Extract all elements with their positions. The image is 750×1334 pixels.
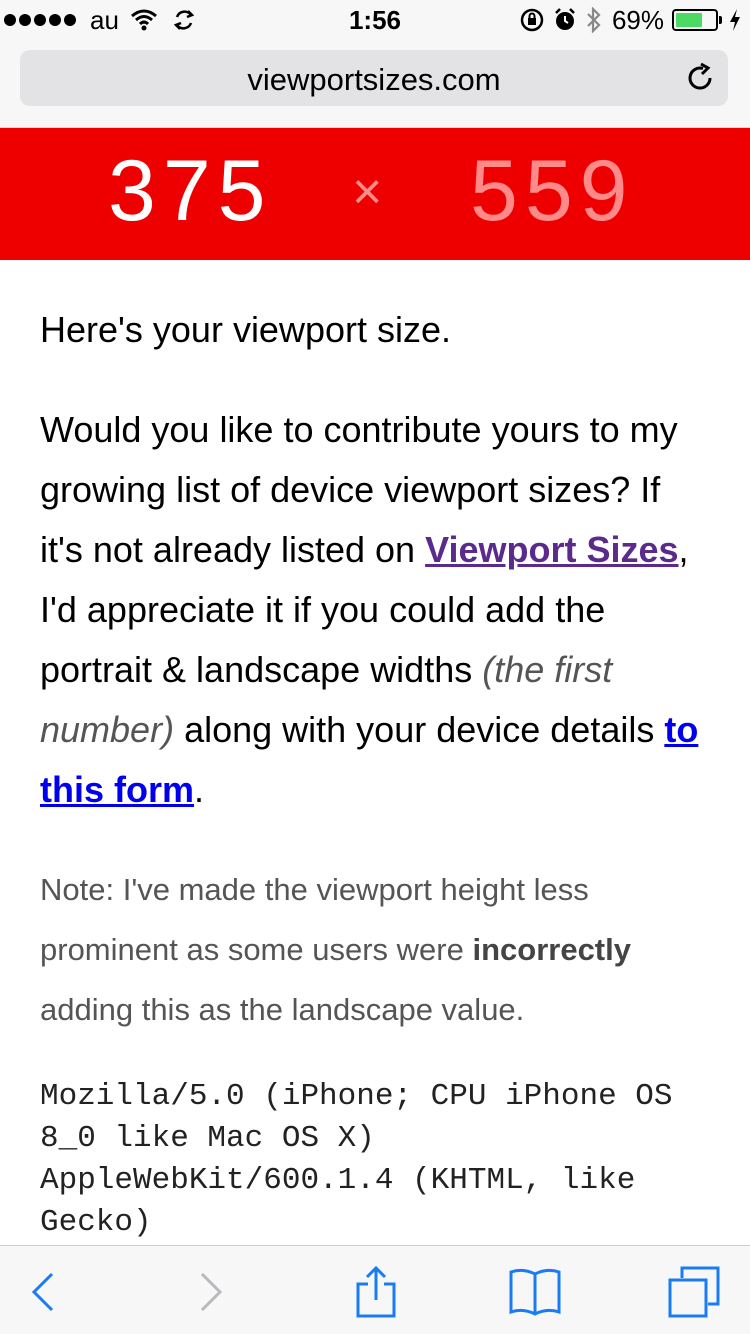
user-agent-string: Mozilla/5.0 (iPhone; CPU iPhone OS 8_0 l… [40,1079,673,1240]
screen: au 1:56 69% viewportsizes.com 375 × 559 … [0,0,750,1334]
tabs-icon[interactable] [664,1266,724,1318]
bluetooth-icon [587,7,601,33]
contribute-paragraph: Would you like to contribute yours to my… [40,400,710,820]
bottom-toolbar [0,1245,750,1334]
address-bar[interactable]: viewportsizes.com [20,50,728,106]
viewport-sizes-link[interactable]: Viewport Sizes [425,529,678,570]
para-text-4: . [194,769,205,810]
status-bar: au 1:56 69% [0,0,750,40]
rotation-lock-icon [520,8,544,32]
para-text-3: along with your device details [174,709,665,750]
viewport-size-banner: 375 × 559 [0,128,750,260]
battery-fill [676,13,703,27]
page-content: Here's your viewport size. Would you lik… [40,300,710,1244]
viewport-width: 375 [108,143,273,239]
status-right: 69% [520,4,742,35]
reload-icon[interactable] [684,62,716,94]
address-bar-area: viewportsizes.com [0,40,750,128]
alarm-icon [555,8,575,30]
note-text-2: adding this as the landscape value. [40,992,525,1027]
bookmarks-icon[interactable] [505,1266,565,1318]
share-icon[interactable] [346,1266,406,1318]
back-icon[interactable] [14,1266,74,1318]
charging-bolt-icon [730,9,740,31]
viewport-height: 559 [470,143,635,239]
note-paragraph: Note: I've made the viewport height less… [40,860,710,1040]
battery-percent: 69% [611,4,664,35]
intro-text: Here's your viewport size. [40,309,452,350]
dimension-separator: × [352,163,383,221]
url-text[interactable]: viewportsizes.com [20,62,728,98]
forward-icon[interactable] [180,1266,240,1318]
battery-icon [672,9,722,31]
note-bold: incorrectly [472,932,631,967]
